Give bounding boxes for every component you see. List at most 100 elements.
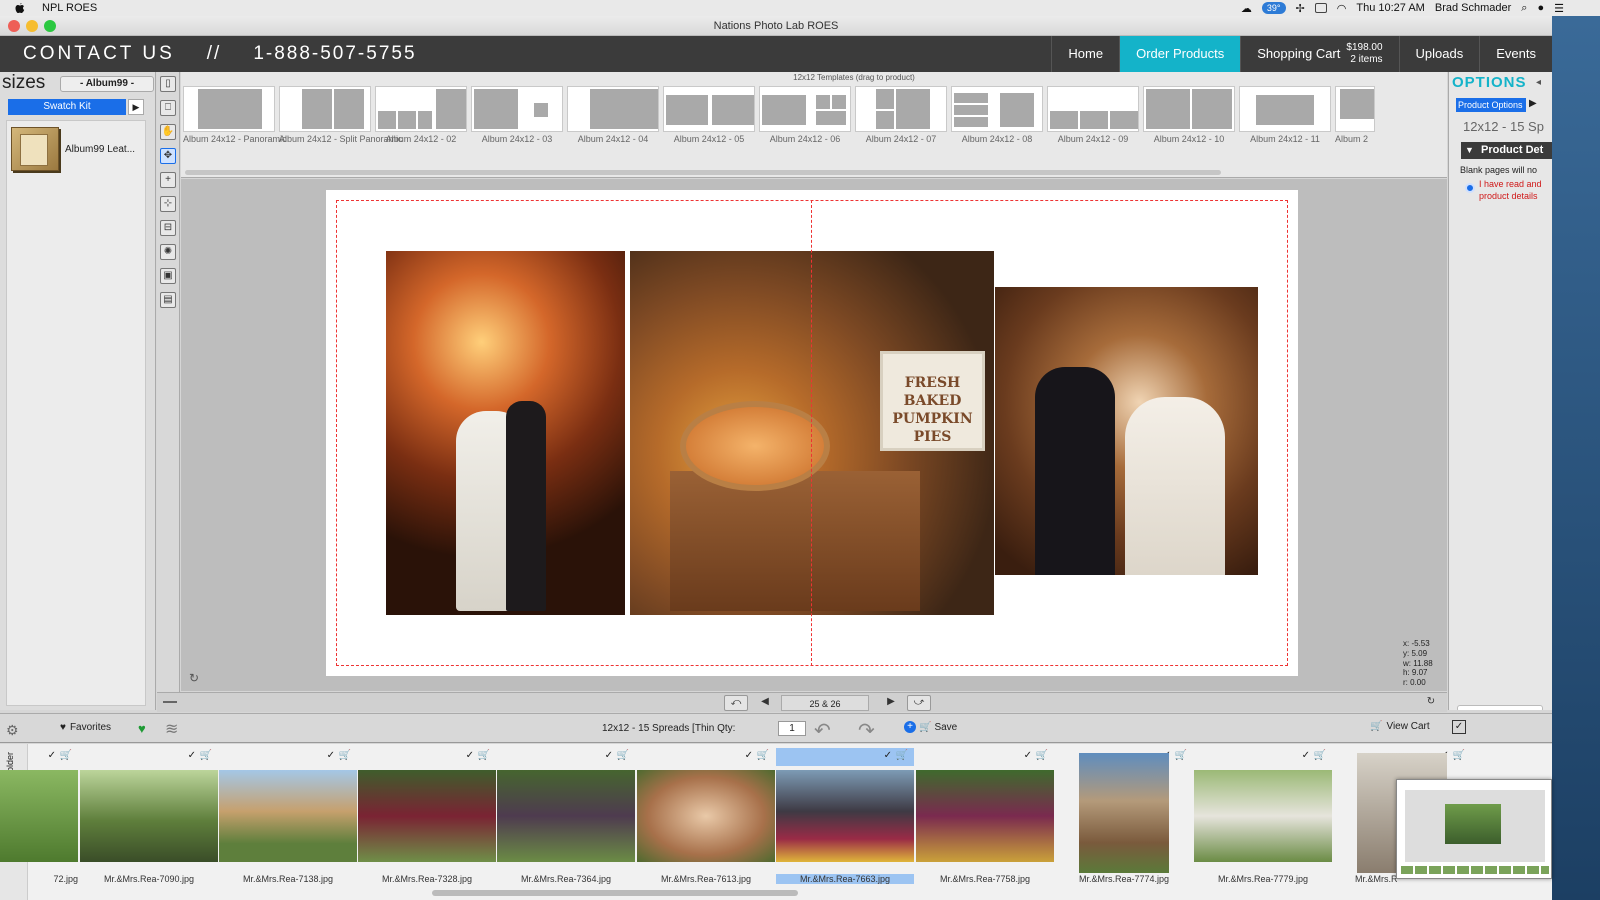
product-item[interactable]: Album99 Leat... [7,121,145,177]
cart-icon[interactable]: 🛒 [1175,750,1187,761]
cart-icon[interactable]: 🛒 [1036,750,1048,761]
book-icon[interactable]: ⎕ [160,100,176,116]
cart-icon[interactable]: 🛒 [896,750,908,761]
template-item[interactable]: Album 2 [1335,86,1375,144]
mini-preview-window[interactable] [1396,779,1552,879]
close-window-button[interactable] [8,20,20,32]
cart-icon[interactable]: 🛒 [617,750,629,761]
first-page-icon[interactable]: ⤺ [724,695,748,711]
templates-scrollbar[interactable] [185,170,1221,175]
nav-shopping-cart[interactable]: Shopping Cart $198.00 2 items [1240,36,1398,72]
film-item[interactable]: ✓ 🛒 Mr.&Mrs.Rea-7758.jpg [916,748,1054,886]
cart-icon[interactable]: 🛒 [1453,750,1465,761]
quantity-field[interactable]: 1 [778,721,806,736]
layers-icon[interactable]: ≋ [165,719,178,739]
redo-icon[interactable]: ↷ [858,718,875,743]
filmstrip-scrollbar[interactable] [432,890,798,896]
nav-events[interactable]: Events [1479,36,1552,72]
chevron-down-icon[interactable]: ▼ [1465,142,1474,159]
product-details-header[interactable]: Product Det [1461,142,1552,159]
zoom-out-icon[interactable] [163,701,177,703]
spotlight-search-icon[interactable]: ⌕ [1521,2,1527,15]
template-item[interactable]: Album 24x12 - Panoramic [183,86,287,144]
template-item[interactable]: Album 24x12 - 06 [759,86,851,144]
template-item[interactable]: Album 24x12 - 08 [951,86,1043,144]
app-menu-name[interactable]: NPL ROES [42,2,97,14]
cart-icon[interactable]: 🛒 [478,750,490,761]
cart-icon[interactable]: 🛒 [1314,750,1326,761]
options-scrollbar[interactable] [1457,705,1543,710]
settings-tool-icon[interactable]: ✺ [160,244,176,260]
remove-guide-icon[interactable]: ⊟ [160,220,176,236]
cart-icon[interactable]: 🛒 [60,750,72,761]
save-button[interactable]: + 🛒 Save [904,721,957,733]
film-item[interactable]: ✓ 🛒 Mr.&Mrs.Rea-7613.jpg [637,748,775,886]
checkout-icon[interactable]: ✓ [1452,720,1466,734]
film-item[interactable]: ✓ 🛒 Mr.&Mrs.Rea-7090.jpg [80,748,218,886]
page-icon[interactable]: ▯ [160,76,176,92]
maximize-window-button[interactable] [44,20,56,32]
favorites-button[interactable]: ♥ Favorites [60,722,111,733]
cart-icon[interactable]: 🛒 [757,750,769,761]
swatch-kit-button[interactable]: Swatch Kit [8,99,126,115]
refresh-icon[interactable]: ↻ [189,671,203,685]
cart-icon[interactable]: 🛒 [339,750,351,761]
minimize-window-button[interactable] [26,20,38,32]
template-item[interactable]: Album 24x12 - 03 [471,86,563,144]
album-size-select[interactable]: - Album99 - [60,76,154,92]
creative-cloud-icon[interactable]: ☁ [1241,2,1252,15]
contact-us-link[interactable]: CONTACT US [23,43,175,65]
add-favorite-icon[interactable]: ♥ [138,721,146,736]
photo-cake-cutting[interactable] [995,287,1258,575]
dropbox-icon[interactable]: ✢ [1296,2,1305,15]
gear-icon[interactable]: ⚙ [6,722,19,739]
apple-icon[interactable] [14,2,28,14]
text-frame-icon[interactable]: ▤ [160,292,176,308]
swatch-kit-arrow-icon[interactable]: ▶ [128,99,144,115]
wifi-icon[interactable]: ◠ [1337,2,1347,15]
template-item[interactable]: Album 24x12 - 04 [567,86,659,144]
frame-tool-icon[interactable]: ▣ [160,268,176,284]
product-options-button[interactable]: Product Options [1456,98,1526,112]
prev-page-icon[interactable]: ◀ [753,695,777,711]
template-item[interactable]: Album 24x12 - 02 [375,86,467,144]
siri-icon[interactable]: ● [1537,2,1544,14]
undo-icon[interactable]: ↶ [814,718,831,743]
photo-dance[interactable] [386,251,625,615]
template-item[interactable]: Album 24x12 - 09 [1047,86,1139,144]
template-item[interactable]: Album 24x12 - 11 [1239,86,1331,144]
film-item-selected[interactable]: ✓ 🛒 Mr.&Mrs.Rea-7663.jpg [776,748,914,886]
move-tool-icon[interactable]: ✥ [160,148,176,164]
last-page-icon[interactable]: ⤻ [907,695,931,711]
clock-text[interactable]: Thu 10:27 AM [1356,2,1425,14]
refresh-view-icon[interactable]: ↻ [1419,695,1443,711]
film-item[interactable]: ✓ 🛒 72.jpg [0,748,78,886]
cart-icon[interactable]: 🛒 [200,750,212,761]
add-guide-icon[interactable]: ⊹ [160,196,176,212]
nav-home[interactable]: Home [1051,36,1119,72]
film-item[interactable]: ✓ 🛒 Mr.&Mrs.Rea-7328.jpg [358,748,496,886]
album-spread[interactable]: FRESH BAKED PUMPKIN PIES [326,190,1298,676]
product-options-arrow-icon[interactable]: ▶ [1529,98,1537,109]
collapse-panel-icon[interactable]: ◂ [1536,77,1541,88]
template-item[interactable]: Album 24x12 - 05 [663,86,755,144]
template-item[interactable]: Album 24x12 - Split Panoramic [279,86,403,144]
view-cart-button[interactable]: 🛒 View Cart [1370,721,1430,732]
next-page-icon[interactable]: ▶ [879,695,903,711]
notification-center-icon[interactable]: ☰ [1554,2,1564,15]
film-item[interactable]: ✓ 🛒 Mr.&Mrs.Rea-7364.jpg [497,748,635,886]
photo-pie[interactable]: FRESH BAKED PUMPKIN PIES [630,251,994,615]
template-item[interactable]: Album 24x12 - 10 [1143,86,1235,144]
film-item[interactable]: ✓🛒 Mr.&Mrs.Rea-7774.jpg [1055,748,1193,886]
nav-order-products[interactable]: Order Products [1119,36,1241,72]
template-item[interactable]: Album 24x12 - 07 [855,86,947,144]
weather-badge[interactable]: 39° [1261,2,1286,14]
film-item[interactable]: ✓ 🛒 Mr.&Mrs.Rea-7138.jpg [219,748,357,886]
crosshair-icon[interactable]: + [160,172,176,188]
hand-tool-icon[interactable]: ✋ [160,124,176,140]
film-item[interactable]: ✓ 🛒 Mr.&Mrs.Rea-7779.jpg [1194,748,1332,886]
nav-uploads[interactable]: Uploads [1398,36,1480,72]
agreement-radio[interactable] [1465,183,1475,193]
user-name[interactable]: Brad Schmader [1435,2,1511,14]
airplay-icon[interactable] [1314,3,1327,13]
